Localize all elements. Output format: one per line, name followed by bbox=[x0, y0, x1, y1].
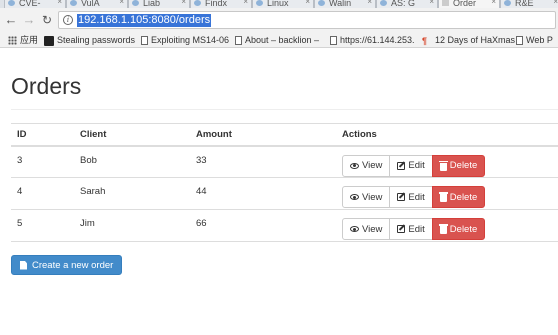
bookmark-apps[interactable]: 应用 bbox=[8, 33, 38, 47]
bookmark-item[interactable]: About – backlion – bbox=[235, 33, 319, 47]
divider bbox=[11, 109, 558, 110]
browser-tab-active[interactable]: Order × bbox=[438, 0, 500, 8]
orders-table: ID Client Amount Actions 3 Bob 33 View E… bbox=[11, 123, 558, 242]
action-button-group: View Edit Delete bbox=[342, 186, 486, 208]
page-icon bbox=[330, 36, 337, 46]
order-actions: View Edit Delete bbox=[336, 145, 558, 178]
delete-button[interactable]: Delete bbox=[431, 154, 486, 177]
column-header-id: ID bbox=[11, 123, 74, 147]
close-icon[interactable]: × bbox=[553, 0, 558, 6]
info-icon[interactable]: i bbox=[63, 15, 73, 25]
browser-tab-strip: CVE- × VulA × Liab × Findx × Linux × Walin × A… bbox=[0, 0, 558, 8]
trash-icon bbox=[438, 192, 448, 202]
column-header-actions: Actions bbox=[336, 123, 558, 147]
browser-tab[interactable]: R&E × bbox=[500, 0, 558, 8]
order-amount: 66 bbox=[190, 209, 336, 242]
edit-icon bbox=[397, 225, 406, 233]
globe-icon bbox=[132, 0, 139, 6]
trash-icon bbox=[438, 224, 448, 234]
action-button-group: View Edit Delete bbox=[342, 154, 486, 177]
browser-tab[interactable]: Walin × bbox=[314, 0, 376, 8]
close-icon[interactable]: × bbox=[243, 0, 248, 6]
delete-button[interactable]: Delete bbox=[431, 186, 486, 208]
page-icon bbox=[235, 36, 242, 46]
page-icon bbox=[516, 36, 523, 46]
eye-icon bbox=[350, 194, 359, 200]
view-button[interactable]: View bbox=[342, 154, 391, 177]
bookmark-item[interactable]: Exploiting MS14-06 bbox=[141, 33, 229, 47]
back-arrow-icon[interactable]: ← bbox=[4, 12, 18, 28]
forward-arrow-icon[interactable]: → bbox=[22, 12, 36, 28]
delete-button[interactable]: Delete bbox=[431, 218, 486, 240]
close-icon[interactable]: × bbox=[305, 0, 310, 6]
view-button[interactable]: View bbox=[342, 186, 391, 208]
edit-button[interactable]: Edit bbox=[389, 154, 433, 177]
bookmark-red-icon: ¶ bbox=[422, 35, 428, 46]
table-row: 4 Sarah 44 View Edit Delete bbox=[11, 177, 558, 210]
order-id: 4 bbox=[11, 177, 74, 210]
edit-icon bbox=[397, 193, 406, 201]
browser-tab[interactable]: Findx × bbox=[190, 0, 252, 8]
globe-icon bbox=[8, 0, 15, 6]
order-amount: 33 bbox=[190, 145, 336, 178]
globe-icon bbox=[318, 0, 325, 6]
close-icon[interactable]: × bbox=[429, 0, 434, 6]
reload-icon[interactable]: ↻ bbox=[40, 12, 54, 28]
globe-icon bbox=[70, 0, 77, 6]
close-icon[interactable]: × bbox=[491, 0, 496, 6]
eye-icon bbox=[350, 162, 359, 169]
order-actions: View Edit Delete bbox=[336, 177, 558, 210]
view-button[interactable]: View bbox=[342, 218, 391, 240]
page-icon bbox=[141, 36, 148, 46]
bookmark-item[interactable]: https://61.144.253. bbox=[330, 33, 415, 47]
table-row: 5 Jim 66 View Edit Delete bbox=[11, 209, 558, 242]
bookmarks-bar: 应用 Stealing passwords Exploiting MS14-06… bbox=[0, 32, 558, 48]
table-row: 3 Bob 33 View Edit Delete bbox=[11, 145, 558, 178]
order-amount: 44 bbox=[190, 177, 336, 210]
close-icon[interactable]: × bbox=[181, 0, 186, 6]
edit-button[interactable]: Edit bbox=[389, 218, 433, 240]
table-header-row: ID Client Amount Actions bbox=[11, 123, 558, 147]
address-bar[interactable]: i 192.168.1.105:8080/orders bbox=[58, 11, 556, 29]
order-id: 5 bbox=[11, 209, 74, 242]
column-header-amount: Amount bbox=[190, 123, 336, 147]
close-icon[interactable]: × bbox=[367, 0, 372, 6]
browser-tab[interactable]: AS: G × bbox=[376, 0, 438, 8]
globe-icon bbox=[380, 0, 387, 6]
close-icon[interactable]: × bbox=[57, 0, 62, 6]
browser-tab[interactable]: Liab × bbox=[128, 0, 190, 8]
bookmark-item[interactable]: ¶ 12 Days of HaXmas bbox=[422, 33, 515, 47]
bookmark-item[interactable]: Stealing passwords bbox=[44, 33, 135, 47]
close-icon[interactable]: × bbox=[119, 0, 124, 6]
page-icon bbox=[442, 0, 449, 6]
trash-icon bbox=[438, 160, 448, 171]
action-button-group: View Edit Delete bbox=[342, 218, 486, 240]
apps-grid-icon bbox=[8, 36, 17, 46]
globe-icon bbox=[194, 0, 201, 6]
column-header-client: Client bbox=[74, 123, 190, 147]
page-title: Orders bbox=[11, 73, 82, 99]
order-id: 3 bbox=[11, 145, 74, 178]
bookmark-item[interactable]: Web P bbox=[516, 33, 553, 47]
globe-icon bbox=[256, 0, 263, 6]
browser-tab[interactable]: VulA × bbox=[66, 0, 128, 8]
browser-toolbar: ← → ↻ i 192.168.1.105:8080/orders bbox=[0, 8, 558, 32]
file-icon bbox=[20, 260, 27, 270]
create-order-button[interactable]: Create a new order bbox=[11, 255, 123, 275]
eye-icon bbox=[350, 226, 359, 232]
edit-icon bbox=[397, 161, 406, 170]
browser-tab[interactable]: Linux × bbox=[252, 0, 314, 8]
order-client: Bob bbox=[74, 145, 190, 178]
order-client: Sarah bbox=[74, 177, 190, 210]
order-actions: View Edit Delete bbox=[336, 209, 558, 242]
browser-tab[interactable]: CVE- × bbox=[4, 0, 66, 8]
url-text[interactable]: 192.168.1.105:8080/orders bbox=[77, 14, 212, 27]
bookmark-dark-icon bbox=[44, 35, 54, 46]
globe-icon bbox=[504, 0, 511, 6]
edit-button[interactable]: Edit bbox=[389, 186, 433, 208]
order-client: Jim bbox=[74, 209, 190, 242]
